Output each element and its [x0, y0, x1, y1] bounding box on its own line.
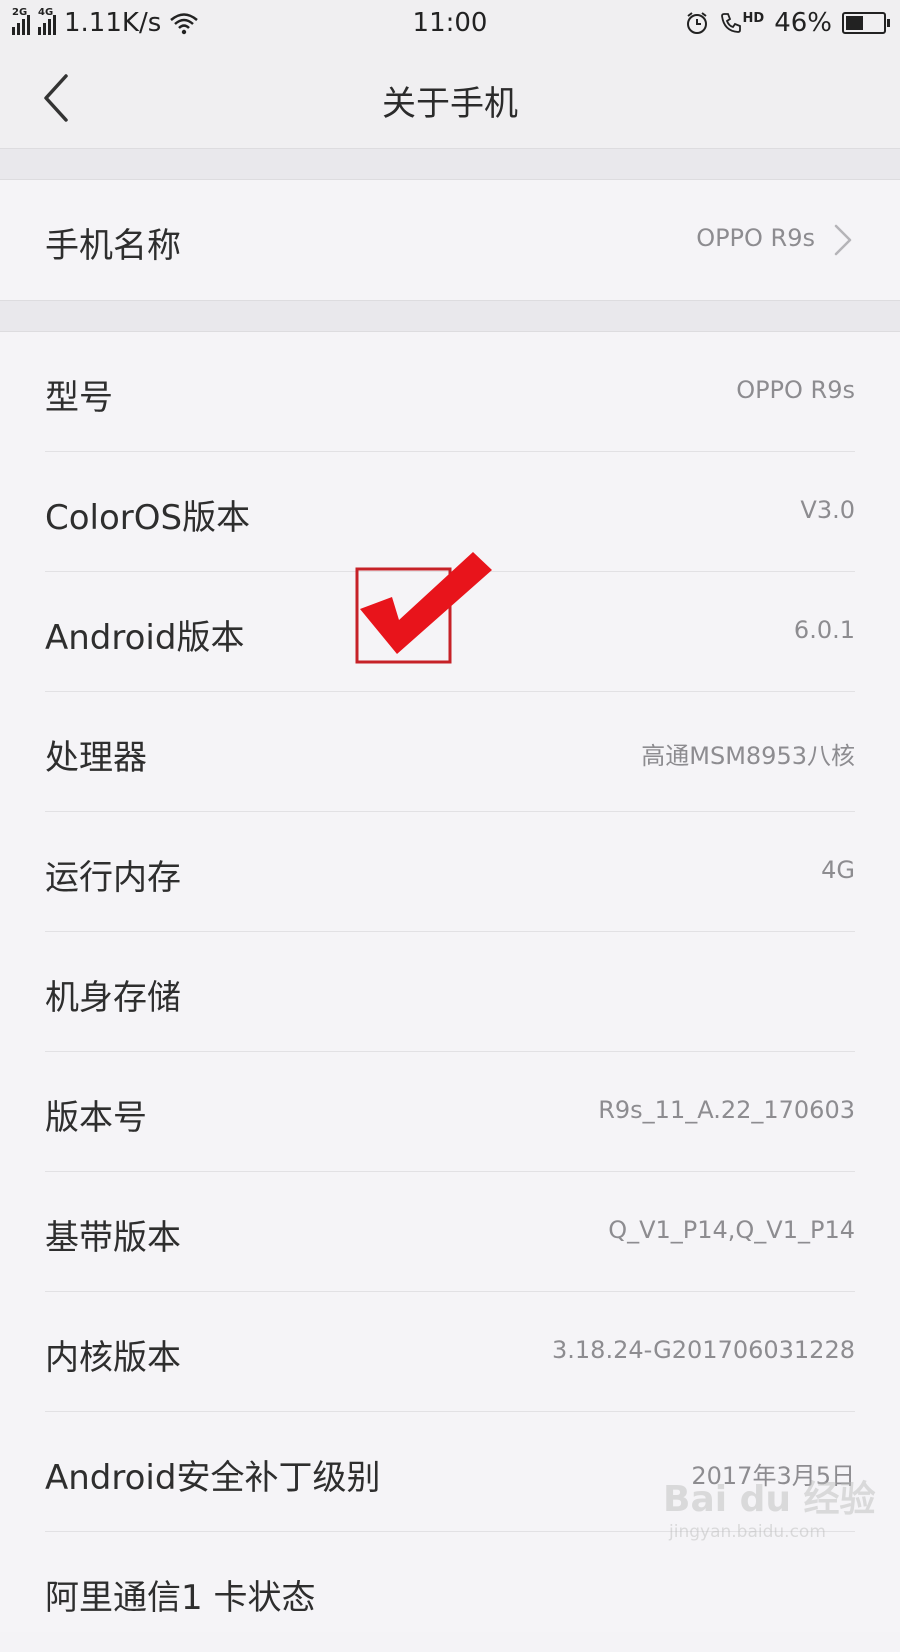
info-row[interactable]: 型号 OPPO R9s — [0, 332, 900, 452]
info-list: 型号 OPPO R9s ColorOS版本 V3.0 Android版本 6.0.1 处理器… — [0, 332, 900, 1652]
signal-4g-label: 4G — [38, 7, 54, 18]
info-row-label: 型号 — [45, 378, 113, 418]
phone-name-label: 手机名称 — [45, 226, 181, 266]
status-right: HD 46% — [685, 8, 890, 38]
signal-2g-label: 2G — [12, 7, 28, 18]
wifi-icon — [170, 13, 199, 35]
info-row-value: 高通MSM8953八核 — [641, 742, 855, 770]
phone-name-card: 手机名称 OPPO R9s — [0, 179, 900, 301]
status-left: 2G 4G 1.11K/s — [12, 7, 199, 38]
phone-name-row[interactable]: 手机名称 OPPO R9s — [0, 180, 900, 300]
info-row-value: 4G — [821, 856, 855, 884]
status-bar: 2G 4G 1.11K/s 11:00 HD 46% — [0, 0, 900, 46]
battery-icon — [842, 12, 890, 34]
baidu-watermark: Bai du 经验 jingyan.baidu.com — [655, 1462, 876, 1572]
back-arrow-icon[interactable] — [38, 70, 78, 126]
section-gap — [0, 149, 900, 179]
info-row-label: ColorOS版本 — [45, 498, 251, 538]
info-row[interactable]: 处理器 高通MSM8953八核 — [0, 692, 900, 812]
check-mark-annotation — [355, 552, 492, 664]
alarm-icon — [686, 12, 707, 34]
watermark-brand: Bai du 经验 — [663, 1479, 876, 1520]
hd-label: HD — [742, 11, 765, 26]
signal-4g-icon: 4G — [38, 7, 56, 35]
info-row-value: Q_V1_P14,Q_V1_P14 — [608, 1216, 855, 1244]
signal-2g-icon: 2G — [12, 7, 30, 35]
info-row-label: 版本号 — [45, 1098, 147, 1138]
info-row-label: 阿里通信1 卡状态 — [45, 1578, 316, 1618]
info-row-label: 处理器 — [45, 738, 147, 778]
info-row-value: V3.0 — [800, 496, 855, 524]
info-card: 型号 OPPO R9s ColorOS版本 V3.0 Android版本 6.0.1 处理器… — [0, 331, 900, 1632]
info-row[interactable]: 内核版本 3.18.24-G201706031228 — [0, 1292, 900, 1412]
chevron-right-icon — [834, 224, 852, 256]
hd-call-icon: HD — [719, 11, 765, 35]
watermark-site: jingyan.baidu.com — [669, 1522, 826, 1542]
info-row-value: R9s_11_A.22_170603 — [598, 1096, 855, 1124]
info-row[interactable]: 机身存储 — [0, 932, 900, 1052]
page-title: 关于手机 — [382, 84, 518, 124]
info-row[interactable]: 版本号 R9s_11_A.22_170603 — [0, 1052, 900, 1172]
section-gap — [0, 301, 900, 331]
info-row-label: 运行内存 — [45, 858, 181, 898]
battery-percent: 46% — [774, 8, 832, 38]
nav-bar: 关于手机 — [0, 46, 900, 149]
info-row-label: 机身存储 — [45, 978, 181, 1018]
info-row[interactable]: 运行内存 4G — [0, 812, 900, 932]
battery-fill — [846, 16, 863, 30]
phone-name-value: OPPO R9s — [696, 224, 815, 252]
info-row-label: Android版本 — [45, 618, 245, 658]
info-row-value: 3.18.24-G201706031228 — [552, 1336, 855, 1364]
info-row[interactable]: 基带版本 Q_V1_P14,Q_V1_P14 — [0, 1172, 900, 1292]
info-row-value: 6.0.1 — [793, 616, 855, 644]
info-row-label: 内核版本 — [45, 1338, 181, 1378]
info-row-value: OPPO R9s — [736, 376, 855, 404]
net-speed: 1.11K/s — [64, 8, 162, 38]
info-row-label: 基带版本 — [45, 1218, 181, 1258]
info-row-label: Android安全补丁级别 — [45, 1458, 381, 1498]
